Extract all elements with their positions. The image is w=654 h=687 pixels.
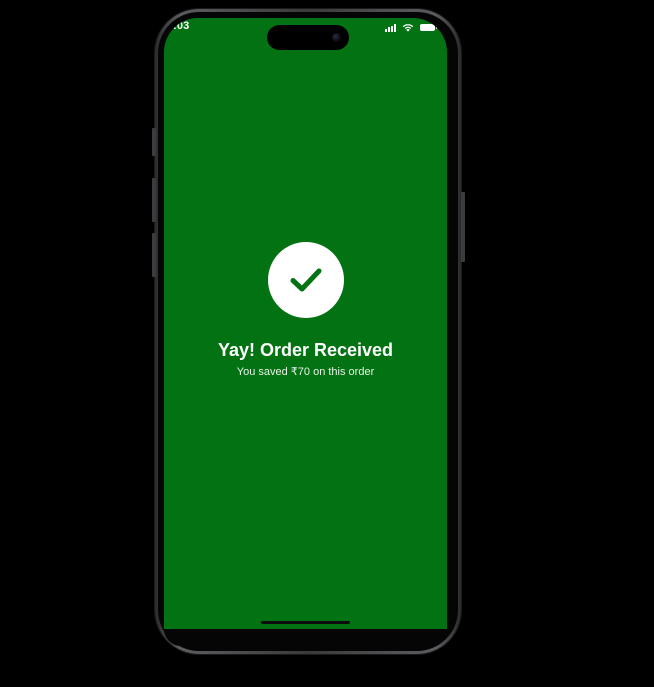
volume-up-button — [152, 178, 156, 222]
volume-down-button — [152, 233, 156, 277]
dynamic-island — [267, 25, 349, 50]
success-circle — [268, 242, 344, 318]
power-button — [461, 192, 465, 262]
wifi-icon — [402, 24, 414, 32]
order-received-title: Yay! Order Received — [217, 340, 394, 360]
signal-icon — [385, 23, 396, 32]
checkmark-icon — [290, 268, 322, 292]
front-camera-icon — [332, 33, 341, 42]
status-icons — [385, 23, 437, 32]
action-button — [152, 128, 156, 156]
stage: :03 Yay! Order Received You saved ₹70 on… — [0, 0, 654, 687]
battery-icon — [420, 24, 437, 31]
home-indicator[interactable] — [261, 621, 350, 624]
status-time: :03 — [173, 20, 190, 32]
screen-bottom-bezel — [164, 629, 447, 646]
savings-message: You saved ₹70 on this order — [236, 366, 375, 378]
phone-screen: :03 Yay! Order Received You saved ₹70 on… — [164, 18, 447, 629]
